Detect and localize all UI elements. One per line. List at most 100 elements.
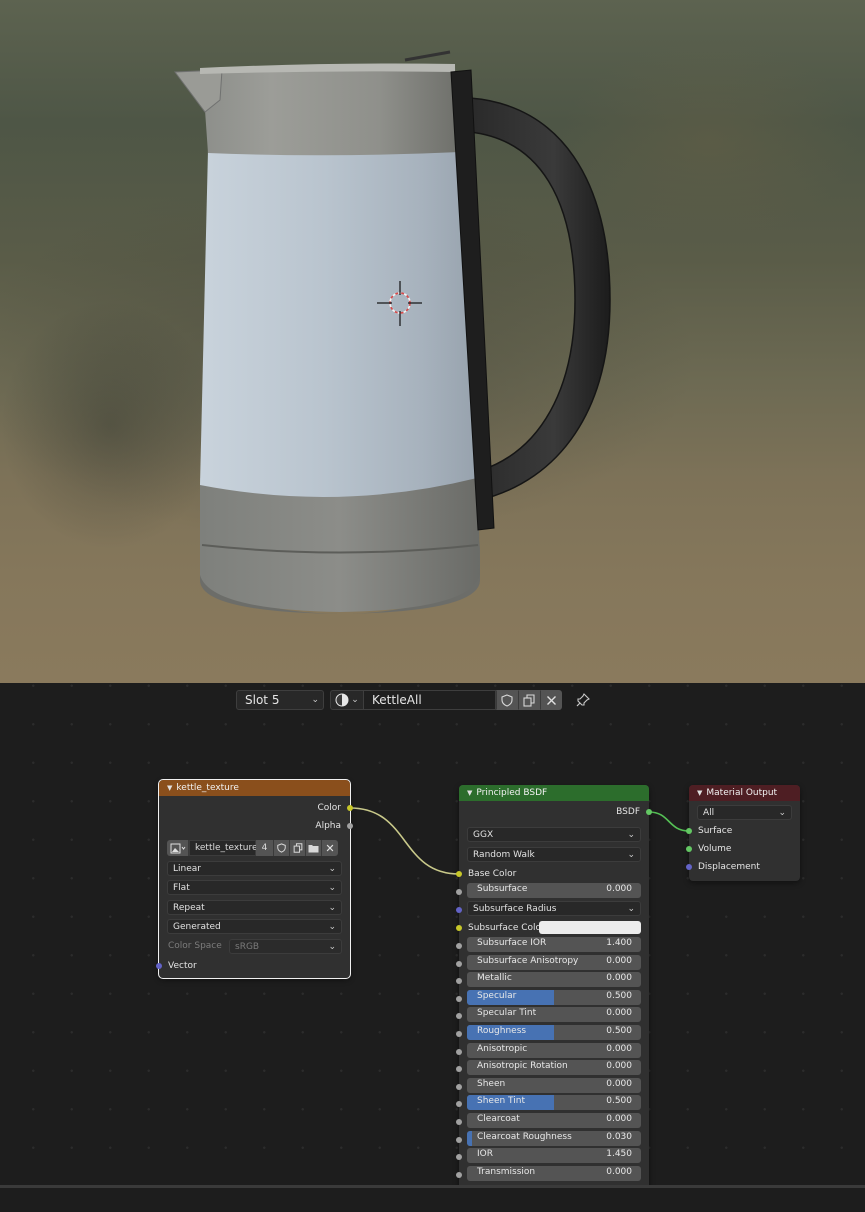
subsurface-socket[interactable] bbox=[456, 889, 462, 895]
subsurface-radius-socket[interactable] bbox=[456, 907, 462, 913]
bsdf-field[interactable]: Transmission 0.000 bbox=[467, 1166, 641, 1181]
subsurface-color-socket[interactable] bbox=[456, 925, 462, 931]
bsdf-field[interactable]: Specular 0.500 bbox=[467, 990, 641, 1005]
subsurface-method-dropdown[interactable]: Random Walk ⌄ bbox=[467, 847, 641, 862]
chevron-down-icon: ⌄ bbox=[627, 903, 635, 914]
field-socket[interactable] bbox=[456, 1101, 462, 1107]
field-socket[interactable] bbox=[456, 1137, 462, 1143]
shader-node-editor[interactable]: Slot 5 ⌄ ⌄ KettleAll ▼ kettle_texture Co… bbox=[0, 683, 865, 1212]
principled-bsdf-node[interactable]: ▼ Principled BSDF BSDF GGX ⌄ Random Walk… bbox=[456, 785, 652, 1195]
image-icon bbox=[170, 843, 185, 853]
color-socket[interactable] bbox=[347, 805, 353, 811]
distribution-dropdown[interactable]: GGX ⌄ bbox=[467, 827, 641, 842]
bsdf-field[interactable]: Metallic 0.000 bbox=[467, 972, 641, 987]
interpolation-dropdown[interactable]: Linear ⌄ bbox=[167, 861, 342, 876]
base-color-socket[interactable] bbox=[456, 871, 462, 877]
collapse-arrow-icon[interactable]: ▼ bbox=[467, 789, 472, 797]
color-space-dropdown: sRGB ⌄ bbox=[229, 939, 342, 954]
shield-icon bbox=[277, 843, 286, 853]
field-label: Subsurface Anisotropy bbox=[477, 956, 579, 966]
socket-label: Displacement bbox=[698, 862, 760, 872]
field-value: 0.500 bbox=[606, 1026, 632, 1036]
user-count: 4 bbox=[261, 843, 268, 853]
bsdf-field[interactable]: Anisotropic 0.000 bbox=[467, 1043, 641, 1058]
field-label: Clearcoat bbox=[477, 1114, 520, 1124]
field-value: 0.000 bbox=[606, 1114, 632, 1124]
source-dropdown[interactable]: Generated ⌄ bbox=[167, 919, 342, 934]
browse-image-button[interactable] bbox=[167, 840, 189, 856]
field-socket[interactable] bbox=[456, 1172, 462, 1178]
dropdown-value: Flat bbox=[173, 882, 190, 893]
3d-viewport[interactable] bbox=[0, 0, 865, 683]
bsdf-field[interactable]: Specular Tint 0.000 bbox=[467, 1007, 641, 1022]
unlink-image-button[interactable] bbox=[322, 840, 338, 856]
kettle-base bbox=[200, 478, 480, 612]
field-value: 0.000 bbox=[606, 1079, 632, 1089]
field-socket[interactable] bbox=[456, 961, 462, 967]
socket-label: Surface bbox=[698, 826, 733, 836]
surface-socket[interactable] bbox=[686, 828, 692, 834]
projection-dropdown[interactable]: Flat ⌄ bbox=[167, 880, 342, 895]
bsdf-field[interactable]: Subsurface IOR 1.400 bbox=[467, 937, 641, 952]
field-socket[interactable] bbox=[456, 1154, 462, 1160]
field-socket[interactable] bbox=[456, 1119, 462, 1125]
field-socket[interactable] bbox=[456, 1049, 462, 1055]
bsdf-field[interactable]: IOR 1.450 bbox=[467, 1148, 641, 1163]
chevron-down-icon: ⌄ bbox=[328, 863, 336, 874]
volume-socket[interactable] bbox=[686, 846, 692, 852]
chevron-down-icon: ⌄ bbox=[627, 849, 635, 860]
field-socket[interactable] bbox=[456, 1066, 462, 1072]
node-header[interactable]: ▼ kettle_texture bbox=[159, 780, 350, 796]
field-socket[interactable] bbox=[456, 1013, 462, 1019]
image-texture-node[interactable]: ▼ kettle_texture Color Alpha kettle_text… bbox=[156, 779, 353, 979]
collapse-arrow-icon[interactable]: ▼ bbox=[697, 789, 702, 797]
field-socket[interactable] bbox=[456, 943, 462, 949]
collapse-arrow-icon[interactable]: ▼ bbox=[167, 784, 172, 792]
bsdf-field[interactable]: Roughness 0.500 bbox=[467, 1025, 641, 1040]
bsdf-field[interactable]: Sheen 0.000 bbox=[467, 1078, 641, 1093]
chevron-down-icon: ⌄ bbox=[627, 829, 635, 840]
chevron-down-icon: ⌄ bbox=[778, 807, 786, 818]
fake-user-button[interactable] bbox=[274, 840, 290, 856]
vector-socket[interactable] bbox=[156, 963, 162, 969]
extension-dropdown[interactable]: Repeat ⌄ bbox=[167, 900, 342, 915]
field-value: 0.000 bbox=[606, 1008, 632, 1018]
material-output-node[interactable]: ▼ Material Output All ⌄ Surface Volume D… bbox=[686, 785, 800, 881]
socket-label: Vector bbox=[168, 961, 197, 971]
socket-label: BSDF bbox=[616, 807, 640, 817]
bsdf-field[interactable]: Clearcoat Roughness 0.030 bbox=[467, 1131, 641, 1146]
bsdf-socket[interactable] bbox=[646, 809, 652, 815]
chevron-down-icon: ⌄ bbox=[328, 921, 336, 932]
socket-label: Volume bbox=[698, 844, 732, 854]
dropdown-value: Linear bbox=[173, 863, 201, 874]
displacement-socket[interactable] bbox=[686, 864, 692, 870]
alpha-socket[interactable] bbox=[347, 823, 353, 829]
socket-label: Alpha bbox=[315, 821, 341, 831]
bsdf-field[interactable]: Clearcoat 0.000 bbox=[467, 1113, 641, 1128]
bsdf-field[interactable]: Sheen Tint 0.500 bbox=[467, 1095, 641, 1110]
open-image-button[interactable] bbox=[306, 840, 322, 856]
image-users-button[interactable]: 4 bbox=[256, 840, 274, 856]
field-socket[interactable] bbox=[456, 1084, 462, 1090]
field-socket[interactable] bbox=[456, 978, 462, 984]
field-value: 0.000 bbox=[606, 1044, 632, 1054]
field-value: 0.000 bbox=[606, 1061, 632, 1071]
kettle-model[interactable] bbox=[0, 0, 865, 683]
input-base-color: Base Color bbox=[456, 865, 649, 883]
bsdf-field[interactable]: Subsurface Anisotropy 0.000 bbox=[467, 955, 641, 970]
subsurface-color-swatch[interactable] bbox=[539, 921, 641, 934]
field-value: 1.400 bbox=[606, 938, 632, 948]
field-socket[interactable] bbox=[456, 996, 462, 1002]
image-name-field[interactable]: kettle_texture bbox=[189, 840, 258, 856]
image-name: kettle_texture bbox=[195, 843, 258, 853]
input-surface: Surface bbox=[686, 822, 800, 840]
field-label: Specular bbox=[477, 991, 517, 1001]
subsurface-field[interactable]: Subsurface 0.000 bbox=[467, 883, 641, 898]
bsdf-field[interactable]: Anisotropic Rotation 0.000 bbox=[467, 1060, 641, 1075]
subsurface-radius-dropdown[interactable]: Subsurface Radius ⌄ bbox=[467, 901, 641, 916]
duplicate-image-button[interactable] bbox=[290, 840, 306, 856]
node-header[interactable]: ▼ Principled BSDF bbox=[459, 785, 649, 801]
field-socket[interactable] bbox=[456, 1031, 462, 1037]
node-header[interactable]: ▼ Material Output bbox=[689, 785, 800, 801]
output-target-dropdown[interactable]: All ⌄ bbox=[697, 805, 792, 820]
